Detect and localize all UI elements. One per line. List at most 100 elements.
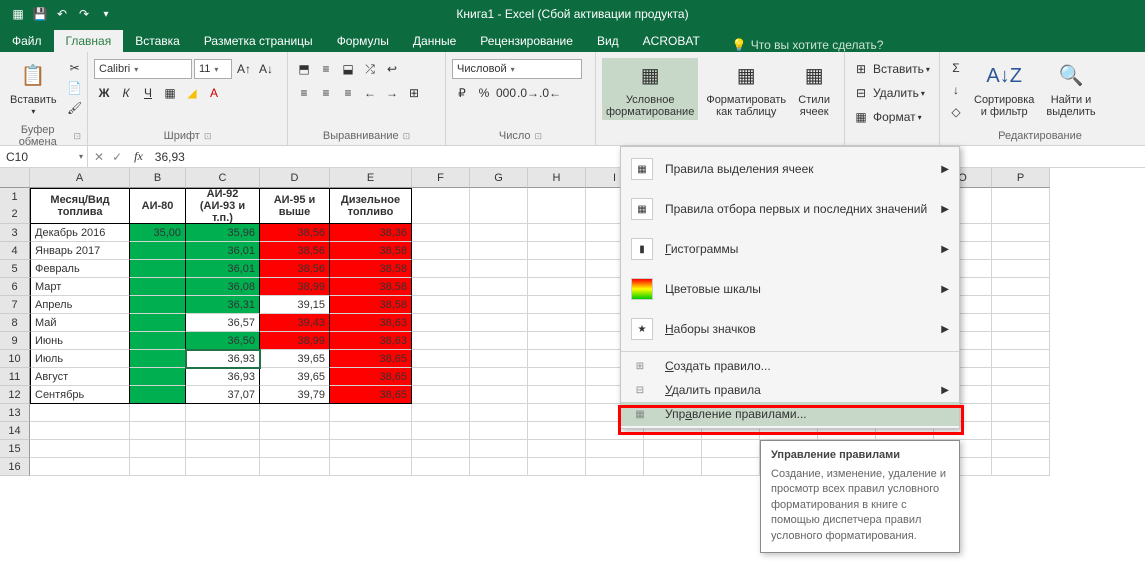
align-left-icon[interactable]: ≡ [294, 83, 314, 103]
cell[interactable] [992, 422, 1050, 440]
cell[interactable] [470, 458, 528, 476]
table-cell[interactable] [130, 368, 186, 386]
cell[interactable] [470, 440, 528, 458]
table-cell[interactable]: 38,58 [330, 278, 412, 296]
table-cell[interactable]: 36,31 [186, 296, 260, 314]
row-header[interactable]: 4 [0, 242, 30, 260]
table-cell[interactable]: 38,56 [260, 242, 330, 260]
table-header-cell[interactable]: АИ-95 и выше [260, 188, 330, 224]
table-header-cell[interactable]: АИ-80 [130, 188, 186, 224]
table-cell[interactable]: 36,57 [186, 314, 260, 332]
cell[interactable] [528, 350, 586, 368]
cell[interactable] [412, 404, 470, 422]
table-cell[interactable]: 38,56 [260, 224, 330, 242]
fx-icon[interactable]: fx [128, 149, 149, 164]
cell[interactable] [992, 440, 1050, 458]
table-header-cell[interactable]: АИ-92 (АИ-93 и т.п.) [186, 188, 260, 224]
cell[interactable] [992, 458, 1050, 476]
table-cell[interactable]: Январь 2017 [30, 242, 130, 260]
tab-data[interactable]: Данные [401, 30, 468, 52]
cell[interactable] [528, 314, 586, 332]
row-header[interactable]: 11 [0, 368, 30, 386]
table-cell[interactable]: 38,56 [260, 260, 330, 278]
table-cell[interactable]: 39,43 [260, 314, 330, 332]
tab-formulas[interactable]: Формулы [325, 30, 401, 52]
cell[interactable] [30, 422, 130, 440]
row-header[interactable]: 3 [0, 224, 30, 242]
cell[interactable] [528, 278, 586, 296]
table-cell[interactable] [130, 350, 186, 368]
italic-button[interactable]: К [116, 83, 136, 103]
cell[interactable] [412, 422, 470, 440]
row-header[interactable]: 14 [0, 422, 30, 440]
cell[interactable] [412, 314, 470, 332]
cf-clear-rules[interactable]: ⊟ Удалить правила ▶ [621, 378, 959, 402]
row-header[interactable]: 7 [0, 296, 30, 314]
table-cell[interactable]: 38,99 [260, 278, 330, 296]
row-header[interactable]: 10 [0, 350, 30, 368]
cell[interactable] [412, 260, 470, 278]
table-cell[interactable]: 38,63 [330, 314, 412, 332]
cell[interactable] [260, 440, 330, 458]
cell[interactable] [470, 386, 528, 404]
find-select-button[interactable]: 🔍 Найти и выделить [1042, 58, 1099, 120]
clear-icon[interactable]: ◇ [946, 102, 966, 122]
cell[interactable] [260, 422, 330, 440]
cell[interactable] [528, 260, 586, 278]
sort-filter-button[interactable]: A↓Z Сортировка и фильтр [970, 58, 1038, 120]
conditional-formatting-button[interactable]: ▦ Условное форматирование [602, 58, 698, 120]
cf-highlight-rules[interactable]: ▦ Правила выделения ячеек ▶ [621, 149, 959, 189]
table-cell[interactable]: Май [30, 314, 130, 332]
cell[interactable] [992, 368, 1050, 386]
select-all-corner[interactable] [0, 168, 30, 188]
cell[interactable] [992, 314, 1050, 332]
enter-formula-icon[interactable]: ✓ [112, 150, 122, 164]
table-cell[interactable]: Август [30, 368, 130, 386]
cell[interactable] [528, 368, 586, 386]
table-cell[interactable]: Декабрь 2016 [30, 224, 130, 242]
cell[interactable] [470, 332, 528, 350]
cell[interactable] [186, 458, 260, 476]
cell[interactable] [130, 404, 186, 422]
table-cell[interactable]: 38,58 [330, 296, 412, 314]
cell[interactable] [186, 422, 260, 440]
cell[interactable] [30, 440, 130, 458]
cell[interactable] [528, 188, 586, 224]
insert-cells-button[interactable]: ⊞Вставить▾ [851, 58, 933, 80]
font-name-combo[interactable]: Calibri▾ [94, 59, 192, 79]
format-painter-icon[interactable]: 🖌 [65, 98, 85, 118]
cell[interactable] [528, 422, 586, 440]
bold-button[interactable]: Ж [94, 83, 114, 103]
cf-icon-sets[interactable]: ★ Наборы значков ▶ [621, 309, 959, 349]
table-cell[interactable]: 38,99 [260, 332, 330, 350]
autosum-icon[interactable]: Σ [946, 58, 966, 78]
table-cell[interactable]: Июнь [30, 332, 130, 350]
cell[interactable] [260, 458, 330, 476]
table-cell[interactable] [130, 314, 186, 332]
table-cell[interactable] [130, 332, 186, 350]
row-header[interactable]: 8 [0, 314, 30, 332]
cell[interactable] [130, 440, 186, 458]
cell[interactable] [470, 404, 528, 422]
table-cell[interactable]: 35,00 [130, 224, 186, 242]
save-icon[interactable]: 💾 [32, 6, 48, 22]
column-header[interactable]: F [412, 168, 470, 188]
fill-icon[interactable]: ↓ [946, 80, 966, 100]
cell[interactable] [992, 278, 1050, 296]
cell[interactable] [412, 440, 470, 458]
table-cell[interactable]: 36,50 [186, 332, 260, 350]
table-cell[interactable]: 36,93 [186, 350, 260, 368]
table-cell[interactable]: 38,36 [330, 224, 412, 242]
cell[interactable] [992, 332, 1050, 350]
cell[interactable] [702, 440, 760, 458]
underline-button[interactable]: Ч [138, 83, 158, 103]
dialog-launcher-icon[interactable]: ⊡ [204, 131, 212, 142]
cell[interactable] [528, 440, 586, 458]
tell-me-search[interactable]: 💡 Что вы хотите сделать? [732, 38, 884, 52]
table-cell[interactable]: 36,01 [186, 242, 260, 260]
table-cell[interactable]: 39,65 [260, 368, 330, 386]
row-header[interactable]: 16 [0, 458, 30, 476]
tab-insert[interactable]: Вставка [123, 30, 192, 52]
cell[interactable] [528, 404, 586, 422]
cell[interactable] [412, 188, 470, 224]
